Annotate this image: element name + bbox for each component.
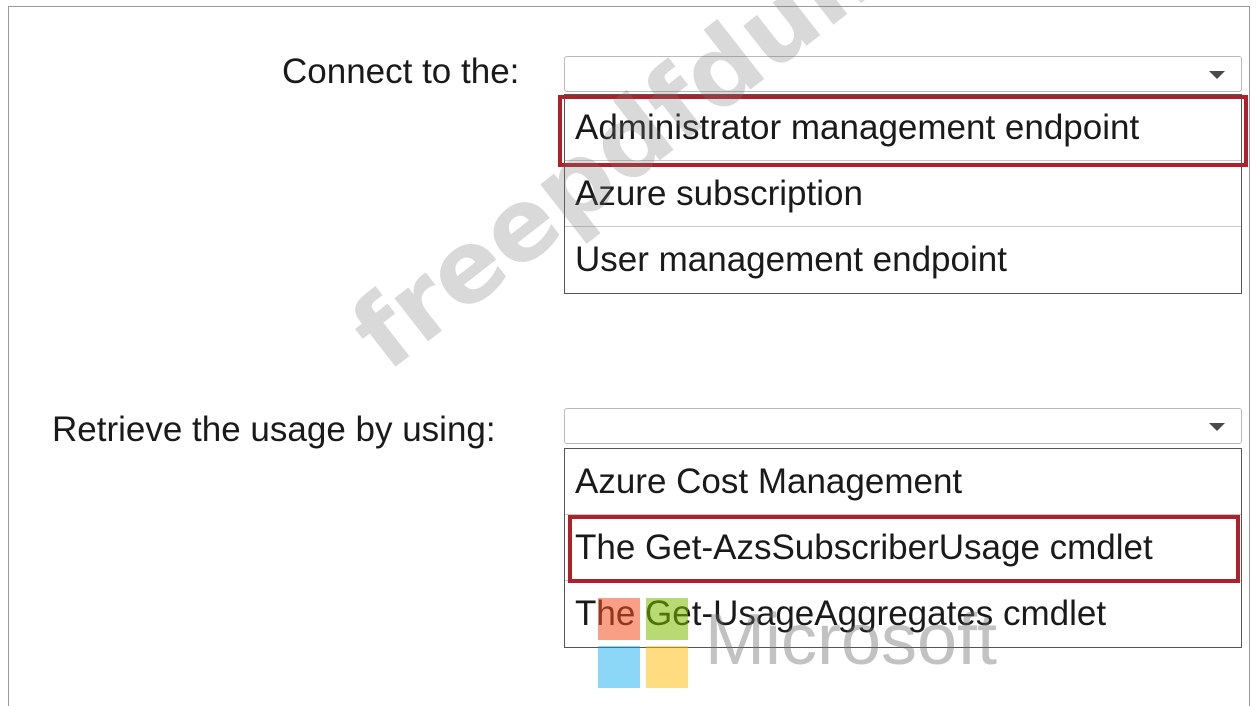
- logo-green-square: [646, 598, 688, 640]
- option-get-azssubscriberusage-cmdlet[interactable]: The Get-AzsSubscriberUsage cmdlet: [565, 515, 1241, 581]
- option-azure-cost-management[interactable]: Azure Cost Management: [565, 449, 1241, 515]
- logo-yellow-square: [646, 646, 688, 688]
- logo-blue-square: [598, 646, 640, 688]
- chevron-down-icon[interactable]: [1209, 71, 1225, 79]
- microsoft-logo-icon: [598, 598, 690, 690]
- option-user-management-endpoint[interactable]: User management endpoint: [565, 227, 1241, 293]
- option-administrator-management-endpoint[interactable]: Administrator management endpoint: [565, 95, 1241, 161]
- connect-to-options: Administrator management endpoint Azure …: [564, 94, 1242, 294]
- retrieve-usage-label: Retrieve the usage by using:: [52, 410, 496, 449]
- chevron-down-icon[interactable]: [1209, 423, 1225, 431]
- option-azure-subscription[interactable]: Azure subscription: [565, 161, 1241, 227]
- connect-to-label: Connect to the:: [282, 52, 520, 91]
- connect-to-dropdown[interactable]: [564, 56, 1242, 92]
- retrieve-usage-dropdown[interactable]: [564, 408, 1242, 444]
- logo-red-square: [598, 598, 640, 640]
